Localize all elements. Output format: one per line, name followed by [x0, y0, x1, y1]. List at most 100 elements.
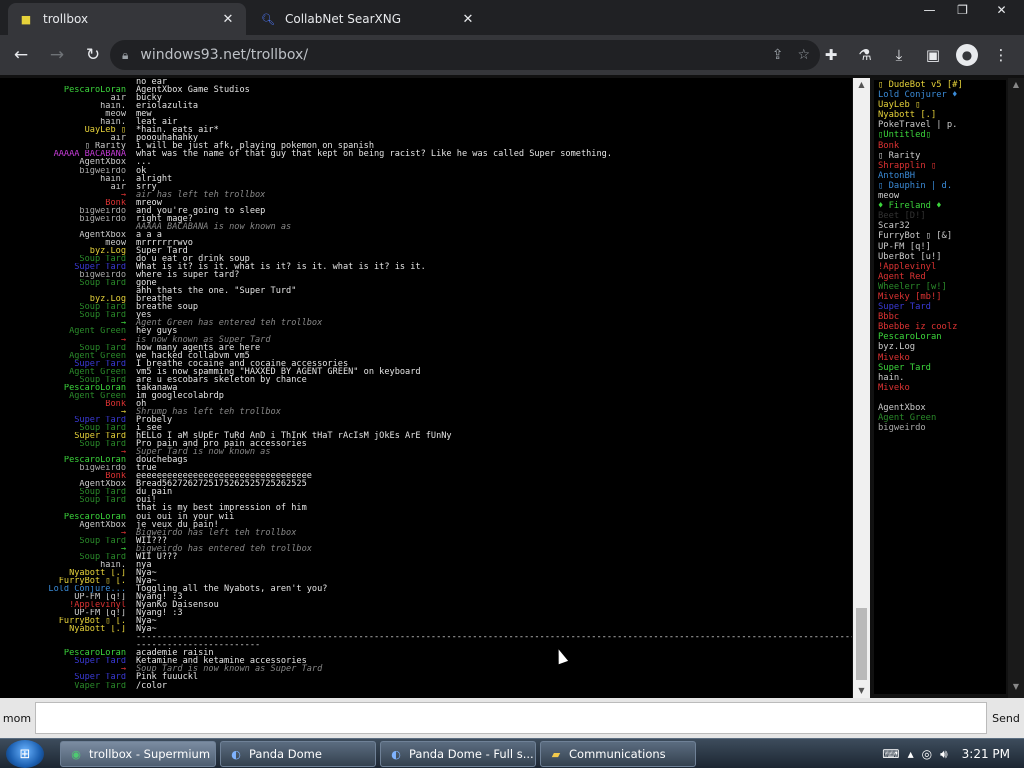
user-list-item[interactable]: Beet [D!] [878, 211, 1006, 221]
user-list-item[interactable]: Shrapplin ▯ [878, 161, 1006, 171]
user-list-item[interactable]: FurryBot ▯ [&] [878, 231, 1006, 241]
message-nick[interactable]: Lold Conjure... [0, 585, 126, 593]
keyboard-icon[interactable]: ⌨ [882, 747, 899, 761]
user-list-item[interactable]: Bbbc [878, 312, 1006, 322]
message-nick[interactable]: Soup Tard [0, 488, 126, 496]
close-window-icon[interactable]: ✕ [979, 0, 1024, 20]
message-nick[interactable]: meow [0, 110, 126, 118]
scroll-thumb[interactable] [856, 608, 867, 680]
message-nick[interactable]: Agent Green [0, 352, 126, 360]
scroll-down-icon[interactable]: ▼ [853, 684, 870, 698]
message-nick[interactable]: Soup Tard [0, 303, 126, 311]
message-nick[interactable]: Soup Tard [0, 537, 126, 545]
reload-icon[interactable]: ↻ [78, 40, 108, 70]
close-tab-icon[interactable]: ✕ [460, 12, 476, 27]
message-nick[interactable]: Super Tard [0, 673, 126, 681]
user-list-item[interactable]: Agent Red [878, 272, 1006, 282]
user-list-item[interactable]: !Applevinyl [878, 262, 1006, 272]
message-nick[interactable]: PescaroLoran [0, 456, 126, 464]
share-icon[interactable]: ⇪ [772, 47, 784, 63]
message-nick[interactable]: Super Tard [0, 657, 126, 665]
message-nick[interactable]: Bonk [0, 472, 126, 480]
tray-expand-icon[interactable]: ▴ [908, 747, 914, 761]
message-nick[interactable]: Soup Tard [0, 496, 126, 504]
message-nick[interactable]: Nyabott [.] [0, 625, 126, 633]
close-tab-icon[interactable]: ✕ [220, 12, 236, 27]
user-list-item[interactable]: Wheelerr [w!] [878, 282, 1006, 292]
user-list-item[interactable]: UberBot [u!] [878, 252, 1006, 262]
message-nick[interactable]: → [0, 448, 126, 456]
message-nick[interactable]: Agent Green [0, 392, 126, 400]
message-nick[interactable]: FurryBot ▯ [. [0, 577, 126, 585]
message-nick[interactable]: Bonk [0, 199, 126, 207]
message-nick[interactable]: UP-FM [q!] [0, 593, 126, 601]
user-list-item[interactable]: AntonBH [878, 171, 1006, 181]
message-nick[interactable]: PescaroLoran [0, 649, 126, 657]
message-nick[interactable]: Soup Tard [0, 376, 126, 384]
message-nick[interactable]: Super Tard [0, 416, 126, 424]
message-nick[interactable]: UayLeb ▯ [0, 126, 126, 134]
message-nick[interactable]: → [0, 336, 126, 344]
user-list-item[interactable]: UayLeb ▯ [878, 100, 1006, 110]
message-nick[interactable]: Super Tard [0, 263, 126, 271]
labs-flask-icon[interactable]: ⚗ [850, 40, 880, 70]
message-scrollbar[interactable]: ▲ ▼ [853, 78, 870, 698]
message-nick[interactable]: FurryBot ▯ [. [0, 617, 126, 625]
user-list-item[interactable]: ▯ Rarity [878, 151, 1006, 161]
message-nick[interactable]: bigweirdo [0, 271, 126, 279]
message-nick[interactable]: Soup Tard [0, 311, 126, 319]
scroll-up-icon[interactable]: ▲ [1008, 80, 1024, 89]
message-nick[interactable]: → [0, 191, 126, 199]
message-nick[interactable]: byz.Log [0, 295, 126, 303]
taskbar-item-communications[interactable]: ▰ Communications [540, 741, 696, 767]
user-list-item[interactable]: Super Tard [878, 302, 1006, 312]
message-nick[interactable]: → [0, 319, 126, 327]
user-list-item[interactable]: Lold Conjurer ♦ [878, 90, 1006, 100]
message-nick[interactable]: bigweirdo [0, 167, 126, 175]
message-nick[interactable]: hain. [0, 118, 126, 126]
back-icon[interactable]: ← [6, 40, 36, 70]
user-list-item[interactable]: Miveko [878, 383, 1006, 393]
message-nick[interactable]: PescaroLoran [0, 513, 126, 521]
user-list-item[interactable]: Miveky [mb!] [878, 292, 1006, 302]
message-nick[interactable]: Soup Tard [0, 279, 126, 287]
message-nick[interactable]: byz.Log [0, 247, 126, 255]
taskbar-item-panda-dome-full[interactable]: ◐ Panda Dome - Full s... [380, 741, 536, 767]
extensions-icon[interactable]: ✚ [816, 40, 846, 70]
message-nick[interactable]: bigweirdo [0, 207, 126, 215]
taskbar-item-trollbox[interactable]: ◉ trollbox - Supermium [60, 741, 216, 767]
address-bar[interactable]: 🔒︎ windows93.net/trollbox/ ⇪ ☆ [110, 40, 820, 70]
message-nick[interactable]: hain. [0, 561, 126, 569]
tab-trollbox[interactable]: ■ trollbox ✕ [8, 3, 246, 35]
user-list-item[interactable]: Super Tard [878, 363, 1006, 373]
user-list-item[interactable]: ♦ Fireland ♦ [878, 201, 1006, 211]
message-nick[interactable]: → [0, 529, 126, 537]
nickname-button[interactable]: mom [0, 701, 34, 735]
message-input[interactable] [35, 702, 987, 734]
message-nick[interactable]: ▯ Rarity [0, 142, 126, 150]
message-nick[interactable]: AAAAA BACABANA [0, 150, 126, 158]
user-list-item[interactable]: bigweirdo [878, 423, 1006, 433]
clock[interactable]: 3:21 PM [962, 747, 1010, 761]
message-nick[interactable]: AgentXbox [0, 158, 126, 166]
message-nick[interactable]: Super Tard [0, 432, 126, 440]
minimize-icon[interactable]: — [913, 0, 946, 20]
message-nick[interactable]: AgentXbox [0, 480, 126, 488]
user-list-item[interactable]: meow [878, 191, 1006, 201]
user-list-item[interactable]: AgentXbox [878, 393, 1006, 413]
scroll-down-icon[interactable]: ▼ [1008, 682, 1024, 691]
user-list-item[interactable]: UP-FM [q!] [878, 242, 1006, 252]
message-nick[interactable]: air [0, 134, 126, 142]
volume-icon[interactable]: 🔊︎ [940, 747, 948, 762]
message-nick[interactable]: air [0, 94, 126, 102]
user-list-scrollbar[interactable]: ▲ ▼ [1008, 78, 1024, 698]
sidebar-icon[interactable]: ▣ [918, 40, 948, 70]
message-nick[interactable]: → [0, 545, 126, 553]
forward-icon[interactable]: → [42, 40, 72, 70]
restore-icon[interactable]: ❐ [946, 0, 979, 20]
tab-searxng[interactable]: 🔍︎ CollabNet SearXNG ✕ [250, 3, 486, 35]
message-nick[interactable]: Vaper Tard [0, 682, 126, 690]
user-list-item[interactable]: Scar32 [878, 221, 1006, 231]
message-nick[interactable]: air [0, 183, 126, 191]
message-nick[interactable]: PescaroLoran [0, 86, 126, 94]
